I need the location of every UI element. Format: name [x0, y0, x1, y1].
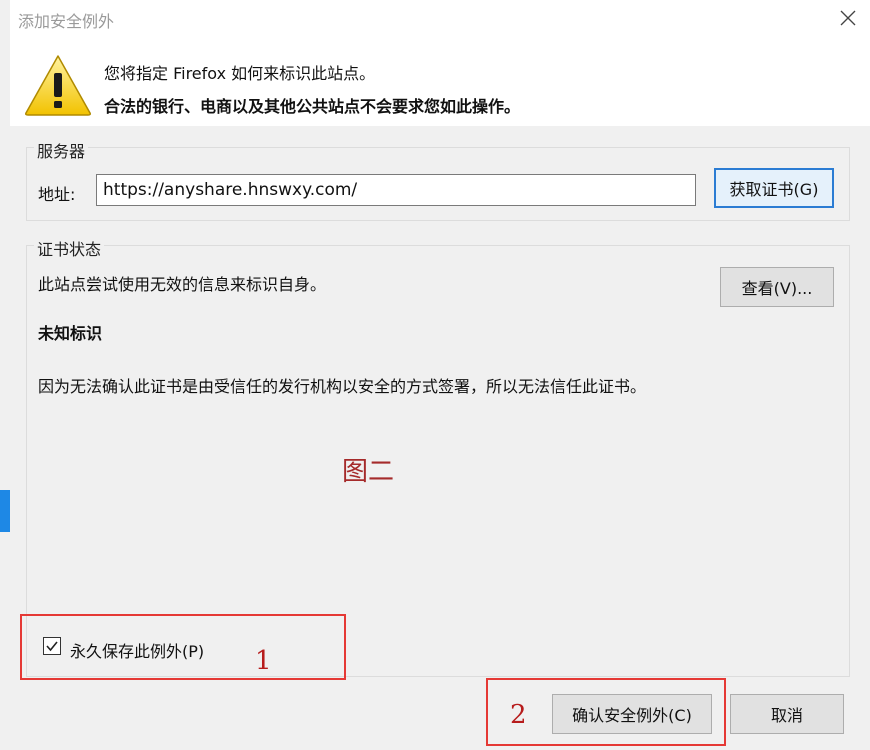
cert-status-group-title: 证书状态 — [34, 236, 105, 260]
step1-number: 1 — [255, 646, 272, 676]
step2-number: 2 — [510, 700, 527, 730]
server-group-title: 服务器 — [34, 138, 89, 162]
warning-header: 您将指定 Firefox 如何来标识此站点。 合法的银行、电商以及其他公共站点不… — [10, 38, 870, 126]
cert-status-text: 此站点尝试使用无效的信息来标识自身。 — [38, 275, 327, 294]
dialog-title: 添加安全例外 — [18, 12, 115, 31]
background-accent-strip — [0, 490, 10, 532]
add-security-exception-dialog: 添加安全例外 您将指定 Firefox 如何来标识此站点。 合法的银行、电商以及… — [10, 0, 870, 750]
title-bar: 添加安全例外 — [10, 0, 870, 38]
untrusted-cert-detail: 因为无法确认此证书是由受信任的发行机构以安全的方式签署，所以无法信任此证书。 — [38, 377, 647, 396]
cert-status-group — [26, 245, 850, 677]
view-certificate-button[interactable]: 查看(V)... — [720, 267, 834, 307]
figure-label: 图二 — [342, 457, 395, 487]
cancel-button[interactable]: 取消 — [730, 694, 844, 734]
close-icon — [840, 10, 856, 26]
get-certificate-button[interactable]: 获取证书(G) — [714, 168, 834, 208]
identify-site-message: 您将指定 Firefox 如何来标识此站点。 — [104, 64, 376, 83]
close-button[interactable] — [832, 2, 864, 34]
address-input[interactable]: https://anyshare.hnswxy.com/ — [96, 174, 696, 206]
address-label: 地址: — [38, 185, 76, 204]
warning-icon — [25, 55, 91, 116]
highlight-box-step1 — [20, 614, 346, 680]
legit-sites-warning: 合法的银行、电商以及其他公共站点不会要求您如此操作。 — [104, 97, 521, 116]
unknown-identity-heading: 未知标识 — [38, 324, 103, 343]
